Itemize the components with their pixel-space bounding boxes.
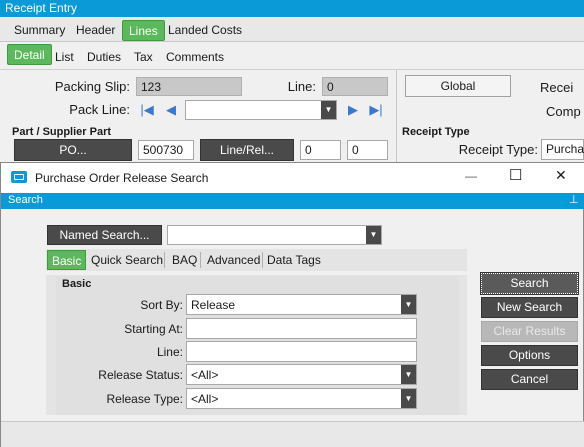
panel-divider (396, 70, 397, 162)
subtab-tax[interactable]: Tax (128, 47, 159, 68)
subtab-detail[interactable]: Detail (7, 44, 52, 65)
dialog-status-bar (1, 421, 584, 447)
last-record-icon[interactable]: ▶| (367, 101, 385, 119)
release-type-select[interactable]: <All> (186, 388, 417, 409)
receive-label: Recei (540, 80, 574, 95)
sub-tab-bar: Detail List Duties Tax Comments (0, 42, 584, 70)
tab-quick-search[interactable]: Quick Search (87, 250, 167, 270)
main-window-title: Receipt Entry (0, 0, 584, 17)
subtab-duties[interactable]: Duties (81, 47, 127, 68)
tab-summary[interactable]: Summary (8, 20, 71, 41)
packing-slip-label: Packing Slip: (54, 79, 130, 94)
packing-slip-field[interactable]: 123 (136, 77, 242, 96)
search-panel-title: Search (8, 194, 43, 206)
release-type-label: Release Type: (106, 392, 184, 406)
minimize-icon[interactable]: — (465, 169, 477, 183)
maximize-icon[interactable]: ☐ (509, 166, 522, 184)
line-label: Line: (287, 79, 316, 94)
line-input[interactable] (186, 341, 417, 362)
sort-by-select[interactable]: Release (186, 294, 417, 315)
tab-advanced[interactable]: Advanced (203, 250, 264, 270)
line-label: Line: (156, 345, 183, 359)
basic-group-title: Basic (62, 278, 92, 290)
sort-by-label: Sort By: (140, 298, 183, 312)
line-rel-button[interactable]: Line/Rel... (200, 139, 294, 161)
tab-lines[interactable]: Lines (122, 20, 165, 41)
dialog-title: Purchase Order Release Search (35, 171, 209, 185)
po-field[interactable]: 500730 (138, 140, 194, 160)
release-status-select[interactable]: <All> (186, 364, 417, 385)
po-release-search-dialog: Purchase Order Release Search — ☐ ✕ Sear… (0, 162, 584, 447)
po-release-field[interactable]: 0 (347, 140, 388, 160)
new-search-button[interactable]: New Search (481, 297, 578, 318)
chevron-down-icon[interactable]: ▼ (401, 365, 416, 384)
line-detail-form: Packing Slip: 123 Line: 0 Pack Line: |◀ … (0, 70, 584, 162)
receipt-type-label: Receipt Type: (458, 142, 538, 157)
tab-header[interactable]: Header (70, 20, 121, 41)
app-icon (11, 171, 27, 183)
chevron-down-icon[interactable]: ▼ (366, 226, 381, 244)
search-button[interactable]: Search (480, 272, 579, 295)
tab-basic[interactable]: Basic (47, 250, 87, 270)
search-panel-header: Search ⊥ (1, 193, 584, 209)
starting-at-label: Starting At: (124, 322, 183, 336)
close-icon[interactable]: ✕ (555, 167, 567, 184)
receipt-type-select[interactable]: Purcha (541, 139, 584, 160)
tab-data-tags[interactable]: Data Tags (263, 250, 325, 270)
clear-results-button[interactable]: Clear Results (481, 321, 578, 342)
tab-baq[interactable]: BAQ (168, 250, 201, 270)
pack-line-select[interactable] (185, 100, 337, 120)
first-record-icon[interactable]: |◀ (138, 101, 156, 119)
starting-at-input[interactable] (186, 318, 417, 339)
chevron-down-icon[interactable]: ▼ (401, 389, 416, 408)
tab-landed-costs[interactable]: Landed Costs (162, 20, 248, 41)
global-button[interactable]: Global (405, 75, 511, 97)
main-tab-bar: Summary Header Lines Landed Costs (0, 17, 584, 42)
dialog-titlebar: Purchase Order Release Search — ☐ ✕ (1, 163, 584, 193)
named-search-button[interactable]: Named Search... (47, 225, 162, 245)
options-button[interactable]: Options (481, 345, 578, 366)
chevron-down-icon[interactable]: ▼ (401, 295, 416, 314)
chevron-down-icon[interactable]: ▼ (321, 101, 336, 119)
pack-line-label: Pack Line: (69, 102, 130, 117)
complete-label: Comp (546, 104, 581, 119)
part-supplier-heading: Part / Supplier Part (12, 126, 112, 138)
receipt-type-heading: Receipt Type (402, 126, 470, 138)
line-field[interactable]: 0 (322, 77, 388, 96)
po-line-field[interactable]: 0 (300, 140, 341, 160)
release-status-label: Release Status: (98, 368, 183, 382)
subtab-list[interactable]: List (49, 47, 80, 68)
subtab-comments[interactable]: Comments (160, 47, 230, 68)
previous-record-icon[interactable]: ◀ (162, 101, 180, 119)
cancel-button[interactable]: Cancel (481, 369, 578, 390)
next-record-icon[interactable]: ▶ (344, 101, 362, 119)
named-search-select[interactable] (167, 225, 382, 245)
po-button[interactable]: PO... (14, 139, 132, 161)
pin-icon[interactable]: ⊥ (569, 193, 579, 206)
